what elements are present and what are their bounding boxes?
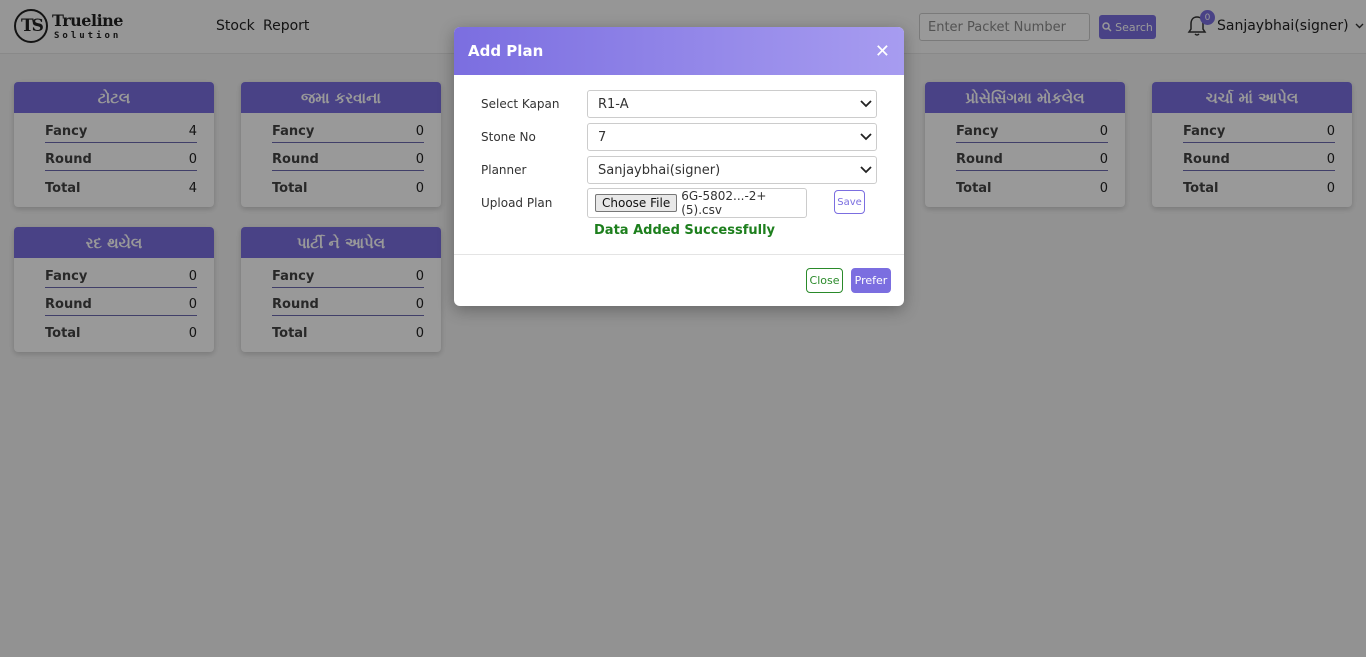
save-button[interactable]: Save: [834, 190, 865, 214]
upload-plan-label: Upload Plan: [481, 196, 553, 210]
chevron-down-icon: [860, 166, 872, 174]
form-row-stone: Stone No 7: [481, 123, 877, 151]
form-row-planner: Planner Sanjaybhai(signer): [481, 156, 877, 184]
prefer-button[interactable]: Prefer: [851, 268, 891, 293]
stone-no-dropdown[interactable]: 7: [587, 123, 877, 151]
choose-file-button[interactable]: Choose File: [595, 194, 678, 212]
form-row-kapan: Select Kapan R1-A: [481, 90, 877, 118]
upload-plan-file-input[interactable]: Choose File 6G-5802...-2+ (5).csv: [587, 188, 807, 218]
stone-no-label: Stone No: [481, 130, 536, 144]
select-kapan-dropdown[interactable]: R1-A: [587, 90, 877, 118]
chevron-down-icon: [860, 133, 872, 141]
chevron-down-icon: [860, 100, 872, 108]
close-button[interactable]: Close: [806, 268, 843, 293]
modal-header: Add Plan ✕: [454, 27, 904, 75]
select-kapan-label: Select Kapan: [481, 97, 560, 111]
planner-dropdown[interactable]: Sanjaybhai(signer): [587, 156, 877, 184]
form-row-upload: Upload Plan Choose File 6G-5802...-2+ (5…: [481, 188, 807, 218]
planner-label: Planner: [481, 163, 527, 177]
add-plan-modal: Add Plan ✕ Select Kapan R1-A Stone No 7 …: [454, 27, 904, 306]
close-icon[interactable]: ✕: [875, 41, 890, 62]
selected-file-name: 6G-5802...-2+ (5).csv: [681, 189, 767, 217]
modal-title: Add Plan: [468, 42, 544, 60]
success-message: Data Added Successfully: [594, 223, 776, 238]
